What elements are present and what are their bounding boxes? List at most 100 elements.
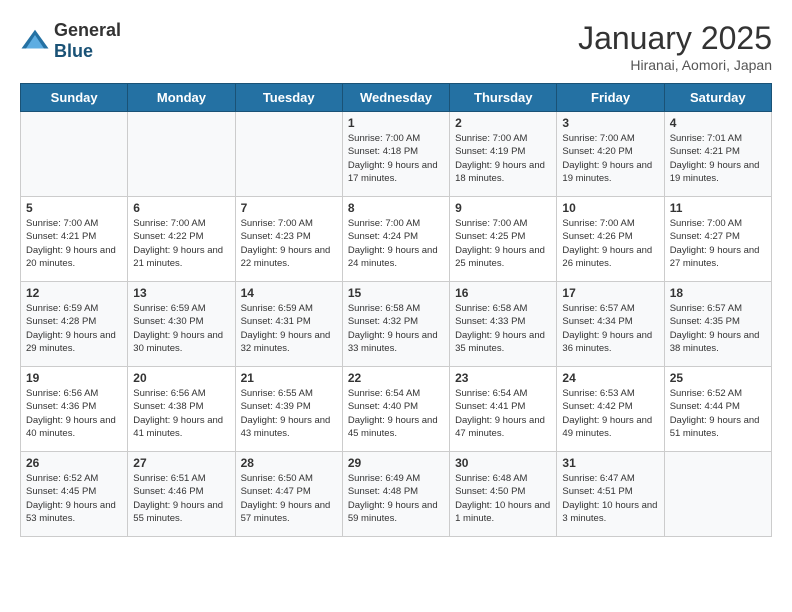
day-number: 26 <box>26 456 122 470</box>
day-number: 2 <box>455 116 551 130</box>
day-number: 17 <box>562 286 658 300</box>
day-number: 18 <box>670 286 766 300</box>
calendar-cell: 30 Sunrise: 6:48 AM Sunset: 4:50 PM Dayli… <box>450 452 557 537</box>
week-row-3: 12 Sunrise: 6:59 AM Sunset: 4:28 PM Dayli… <box>21 282 772 367</box>
day-number: 4 <box>670 116 766 130</box>
logo-icon <box>20 26 50 56</box>
title-block: January 2025 Hiranai, Aomori, Japan <box>578 20 772 73</box>
day-header-wednesday: Wednesday <box>342 84 449 112</box>
day-info: Sunrise: 6:56 AM Sunset: 4:36 PM Dayligh… <box>26 387 122 440</box>
day-number: 15 <box>348 286 444 300</box>
calendar-cell: 17 Sunrise: 6:57 AM Sunset: 4:34 PM Dayli… <box>557 282 664 367</box>
day-info: Sunrise: 7:00 AM Sunset: 4:26 PM Dayligh… <box>562 217 658 270</box>
day-number: 25 <box>670 371 766 385</box>
calendar-cell: 5 Sunrise: 7:00 AM Sunset: 4:21 PM Daylig… <box>21 197 128 282</box>
day-info: Sunrise: 6:57 AM Sunset: 4:35 PM Dayligh… <box>670 302 766 355</box>
day-number: 11 <box>670 201 766 215</box>
calendar-body: 1Sunrise: 7:00 AM Sunset: 4:18 PM Daylig… <box>21 112 772 537</box>
day-number: 14 <box>241 286 337 300</box>
day-info: Sunrise: 6:48 AM Sunset: 4:50 PM Dayligh… <box>455 472 551 525</box>
day-number: 7 <box>241 201 337 215</box>
calendar-cell: 16Sunrise: 6:58 AM Sunset: 4:33 PM Dayli… <box>450 282 557 367</box>
day-info: Sunrise: 6:51 AM Sunset: 4:46 PM Dayligh… <box>133 472 229 525</box>
day-header-sunday: Sunday <box>21 84 128 112</box>
day-info: Sunrise: 6:53 AM Sunset: 4:42 PM Dayligh… <box>562 387 658 440</box>
day-number: 22 <box>348 371 444 385</box>
day-header-thursday: Thursday <box>450 84 557 112</box>
logo-blue-text: Blue <box>54 41 93 61</box>
day-info: Sunrise: 6:52 AM Sunset: 4:44 PM Dayligh… <box>670 387 766 440</box>
week-row-5: 26 Sunrise: 6:52 AM Sunset: 4:45 PM Dayli… <box>21 452 772 537</box>
day-info: Sunrise: 6:58 AM Sunset: 4:32 PM Dayligh… <box>348 302 444 355</box>
day-info: Sunrise: 6:52 AM Sunset: 4:45 PM Dayligh… <box>26 472 122 525</box>
day-header-friday: Friday <box>557 84 664 112</box>
calendar-cell <box>235 112 342 197</box>
calendar-cell: 20Sunrise: 6:56 AM Sunset: 4:38 PM Dayli… <box>128 367 235 452</box>
day-info: Sunrise: 6:50 AM Sunset: 4:47 PM Dayligh… <box>241 472 337 525</box>
calendar-cell: 24 Sunrise: 6:53 AM Sunset: 4:42 PM Dayli… <box>557 367 664 452</box>
day-number: 13 <box>133 286 229 300</box>
day-info: Sunrise: 7:00 AM Sunset: 4:25 PM Dayligh… <box>455 217 551 270</box>
day-number: 30 <box>455 456 551 470</box>
day-number: 29 <box>348 456 444 470</box>
day-number: 28 <box>241 456 337 470</box>
calendar-cell: 11 Sunrise: 7:00 AM Sunset: 4:27 PM Dayli… <box>664 197 771 282</box>
day-info: Sunrise: 7:00 AM Sunset: 4:24 PM Dayligh… <box>348 217 444 270</box>
day-info: Sunrise: 7:00 AM Sunset: 4:23 PM Dayligh… <box>241 217 337 270</box>
day-info: Sunrise: 6:47 AM Sunset: 4:51 PM Dayligh… <box>562 472 658 525</box>
calendar-cell: 2 Sunrise: 7:00 AM Sunset: 4:19 PM Daylig… <box>450 112 557 197</box>
calendar-cell: 12 Sunrise: 6:59 AM Sunset: 4:28 PM Dayli… <box>21 282 128 367</box>
day-number: 5 <box>26 201 122 215</box>
calendar-cell: 8 Sunrise: 7:00 AM Sunset: 4:24 PM Daylig… <box>342 197 449 282</box>
day-info: Sunrise: 7:00 AM Sunset: 4:19 PM Dayligh… <box>455 132 551 185</box>
day-info: Sunrise: 6:59 AM Sunset: 4:31 PM Dayligh… <box>241 302 337 355</box>
day-info: Sunrise: 7:00 AM Sunset: 4:21 PM Dayligh… <box>26 217 122 270</box>
day-number: 12 <box>26 286 122 300</box>
calendar-cell: 15 Sunrise: 6:58 AM Sunset: 4:32 PM Dayli… <box>342 282 449 367</box>
location-title: Hiranai, Aomori, Japan <box>578 57 772 73</box>
day-number: 27 <box>133 456 229 470</box>
calendar-cell: 14 Sunrise: 6:59 AM Sunset: 4:31 PM Dayli… <box>235 282 342 367</box>
day-number: 31 <box>562 456 658 470</box>
calendar-header: SundayMondayTuesdayWednesdayThursdayFrid… <box>21 84 772 112</box>
calendar-table: SundayMondayTuesdayWednesdayThursdayFrid… <box>20 83 772 537</box>
month-title: January 2025 <box>578 20 772 57</box>
calendar-cell <box>128 112 235 197</box>
calendar-cell: 26 Sunrise: 6:52 AM Sunset: 4:45 PM Dayli… <box>21 452 128 537</box>
calendar-cell: 4 Sunrise: 7:01 AM Sunset: 4:21 PM Daylig… <box>664 112 771 197</box>
day-number: 19 <box>26 371 122 385</box>
day-info: Sunrise: 7:00 AM Sunset: 4:22 PM Dayligh… <box>133 217 229 270</box>
calendar-cell: 19 Sunrise: 6:56 AM Sunset: 4:36 PM Dayli… <box>21 367 128 452</box>
calendar-cell: 27 Sunrise: 6:51 AM Sunset: 4:46 PM Dayli… <box>128 452 235 537</box>
day-number: 9 <box>455 201 551 215</box>
day-number: 24 <box>562 371 658 385</box>
day-info: Sunrise: 6:57 AM Sunset: 4:34 PM Dayligh… <box>562 302 658 355</box>
day-number: 21 <box>241 371 337 385</box>
day-number: 8 <box>348 201 444 215</box>
calendar-cell: 22Sunrise: 6:54 AM Sunset: 4:40 PM Dayli… <box>342 367 449 452</box>
day-info: Sunrise: 6:55 AM Sunset: 4:39 PM Dayligh… <box>241 387 337 440</box>
calendar-cell: 23Sunrise: 6:54 AM Sunset: 4:41 PM Dayli… <box>450 367 557 452</box>
day-header-tuesday: Tuesday <box>235 84 342 112</box>
calendar-cell: 25 Sunrise: 6:52 AM Sunset: 4:44 PM Dayli… <box>664 367 771 452</box>
week-row-1: 1Sunrise: 7:00 AM Sunset: 4:18 PM Daylig… <box>21 112 772 197</box>
day-info: Sunrise: 6:59 AM Sunset: 4:28 PM Dayligh… <box>26 302 122 355</box>
day-info: Sunrise: 7:00 AM Sunset: 4:20 PM Dayligh… <box>562 132 658 185</box>
calendar-cell: 21 Sunrise: 6:55 AM Sunset: 4:39 PM Dayli… <box>235 367 342 452</box>
day-info: Sunrise: 7:00 AM Sunset: 4:27 PM Dayligh… <box>670 217 766 270</box>
calendar-cell <box>664 452 771 537</box>
calendar-cell: 1Sunrise: 7:00 AM Sunset: 4:18 PM Daylig… <box>342 112 449 197</box>
day-number: 3 <box>562 116 658 130</box>
page-header: General Blue January 2025 Hiranai, Aomor… <box>20 20 772 73</box>
days-row: SundayMondayTuesdayWednesdayThursdayFrid… <box>21 84 772 112</box>
calendar-cell: 7 Sunrise: 7:00 AM Sunset: 4:23 PM Daylig… <box>235 197 342 282</box>
day-header-saturday: Saturday <box>664 84 771 112</box>
calendar-cell: 29Sunrise: 6:49 AM Sunset: 4:48 PM Dayli… <box>342 452 449 537</box>
calendar-cell: 18 Sunrise: 6:57 AM Sunset: 4:35 PM Dayli… <box>664 282 771 367</box>
calendar-cell: 9 Sunrise: 7:00 AM Sunset: 4:25 PM Daylig… <box>450 197 557 282</box>
day-info: Sunrise: 7:01 AM Sunset: 4:21 PM Dayligh… <box>670 132 766 185</box>
calendar-cell: 13Sunrise: 6:59 AM Sunset: 4:30 PM Dayli… <box>128 282 235 367</box>
day-number: 10 <box>562 201 658 215</box>
day-number: 23 <box>455 371 551 385</box>
week-row-4: 19 Sunrise: 6:56 AM Sunset: 4:36 PM Dayli… <box>21 367 772 452</box>
